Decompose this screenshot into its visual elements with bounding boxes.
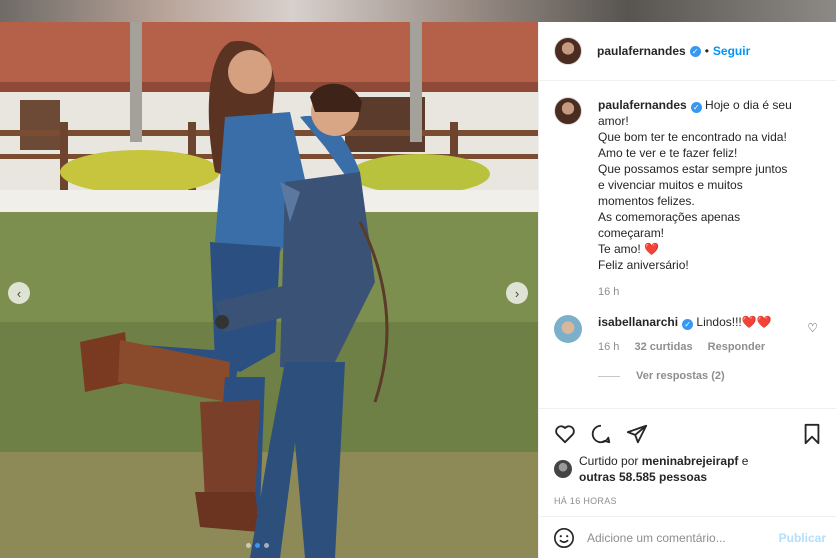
background-strip bbox=[0, 0, 836, 22]
publish-button[interactable]: Publicar bbox=[779, 531, 826, 545]
post-timestamp[interactable]: HÁ 16 HORAS bbox=[539, 496, 836, 506]
caption: paulafernandes ✓ Hoje o dia é seu amor! Q… bbox=[554, 97, 826, 273]
liker-username[interactable]: meninabrejeirapf bbox=[642, 454, 739, 468]
caption-time[interactable]: 16 h bbox=[598, 286, 826, 298]
separator: • bbox=[704, 44, 709, 58]
caption-author-avatar[interactable] bbox=[554, 97, 582, 125]
commenter-username[interactable]: isabellanarchi bbox=[598, 315, 678, 329]
caption-line: Que bom ter te encontrado na vida! bbox=[598, 130, 787, 144]
comment-body: isabellanarchi ✓ Lindos!!!❤️❤️ 16 h 32 cu… bbox=[598, 315, 777, 353]
author-avatar[interactable] bbox=[554, 37, 582, 65]
liker-avatar[interactable] bbox=[554, 460, 572, 478]
chevron-right-icon: › bbox=[514, 285, 520, 301]
caption-line: Amo te ver e te fazer feliz! bbox=[598, 146, 738, 160]
view-replies-button[interactable]: Ver respostas (2) bbox=[598, 370, 826, 382]
author-username[interactable]: paulafernandes bbox=[597, 44, 686, 58]
verified-badge-icon: ✓ bbox=[690, 102, 702, 113]
caption-body: paulafernandes ✓ Hoje o dia é seu amor! Q… bbox=[598, 97, 792, 273]
carousel-dot[interactable] bbox=[246, 543, 251, 548]
comments-list: paulafernandes ✓ Hoje o dia é seu amor! Q… bbox=[554, 97, 826, 382]
caption-line: Te amo! ❤️ bbox=[598, 242, 659, 256]
post-header: paulafernandes ✓ • Seguir bbox=[539, 22, 836, 81]
caption-line: Hoje o dia é seu bbox=[705, 98, 792, 112]
caption-author[interactable]: paulafernandes bbox=[598, 98, 687, 112]
caption-line: amor! bbox=[598, 114, 629, 128]
comment-item: isabellanarchi ✓ Lindos!!!❤️❤️ 16 h 32 cu… bbox=[554, 315, 826, 353]
post-footer: Curtido por meninabrejeirapf e outras 58… bbox=[539, 408, 836, 518]
caption-line: Feliz aniversário! bbox=[598, 258, 689, 272]
follow-button[interactable]: Seguir bbox=[713, 44, 750, 58]
comment-likes[interactable]: 32 curtidas bbox=[634, 341, 692, 353]
likes-summary: Curtido por meninabrejeirapf e outras 58… bbox=[539, 453, 836, 485]
comment-icon[interactable] bbox=[590, 423, 612, 445]
paper-plane-icon[interactable] bbox=[626, 423, 648, 445]
carousel-dot[interactable] bbox=[264, 543, 269, 548]
replies-divider bbox=[598, 375, 620, 377]
add-comment-input[interactable] bbox=[587, 530, 779, 545]
emoji-icon[interactable] bbox=[553, 527, 575, 549]
caption-line: momentos felizes. bbox=[598, 194, 695, 208]
carousel-dots bbox=[246, 543, 269, 548]
verified-badge-icon: ✓ bbox=[689, 45, 701, 57]
commenter-avatar[interactable] bbox=[554, 315, 582, 343]
heart-icon[interactable] bbox=[554, 424, 576, 444]
likes-others[interactable]: outras 58.585 pessoas bbox=[579, 470, 707, 484]
post-side-panel: paulafernandes ✓ • Seguir paulafernandes… bbox=[538, 22, 836, 558]
next-photo-button[interactable]: › bbox=[506, 282, 528, 304]
action-bar bbox=[539, 409, 836, 449]
view-replies-label: Ver respostas (2) bbox=[636, 370, 725, 382]
likes-prefix: Curtido por bbox=[579, 454, 639, 468]
caption-line: e vivenciar muitos e muitos bbox=[598, 178, 743, 192]
photo-illustration bbox=[0, 22, 538, 558]
caption-line: As comemorações apenas bbox=[598, 210, 741, 224]
post-modal: ‹ › paulafernandes ✓ • Seguir paulaferna… bbox=[0, 22, 836, 558]
add-comment-bar: Publicar bbox=[539, 516, 836, 558]
post-photo: ‹ › bbox=[0, 22, 538, 558]
comment-actions: 16 h 32 curtidas Responder bbox=[598, 341, 777, 353]
comment-time[interactable]: 16 h bbox=[598, 341, 619, 353]
likes-and: e bbox=[741, 454, 749, 468]
reply-button[interactable]: Responder bbox=[708, 341, 765, 353]
comment-like-heart-icon[interactable]: ♡ bbox=[807, 321, 818, 335]
previous-photo-button[interactable]: ‹ bbox=[8, 282, 30, 304]
caption-line: começaram! bbox=[598, 226, 665, 240]
bookmark-icon[interactable] bbox=[802, 423, 822, 445]
verified-badge-icon: ✓ bbox=[682, 319, 694, 330]
caption-line: Que possamos estar sempre juntos bbox=[598, 162, 788, 176]
comment-text: Lindos!!!❤️❤️ bbox=[696, 315, 772, 329]
carousel-dot-active[interactable] bbox=[255, 543, 260, 548]
chevron-left-icon: ‹ bbox=[16, 285, 22, 301]
